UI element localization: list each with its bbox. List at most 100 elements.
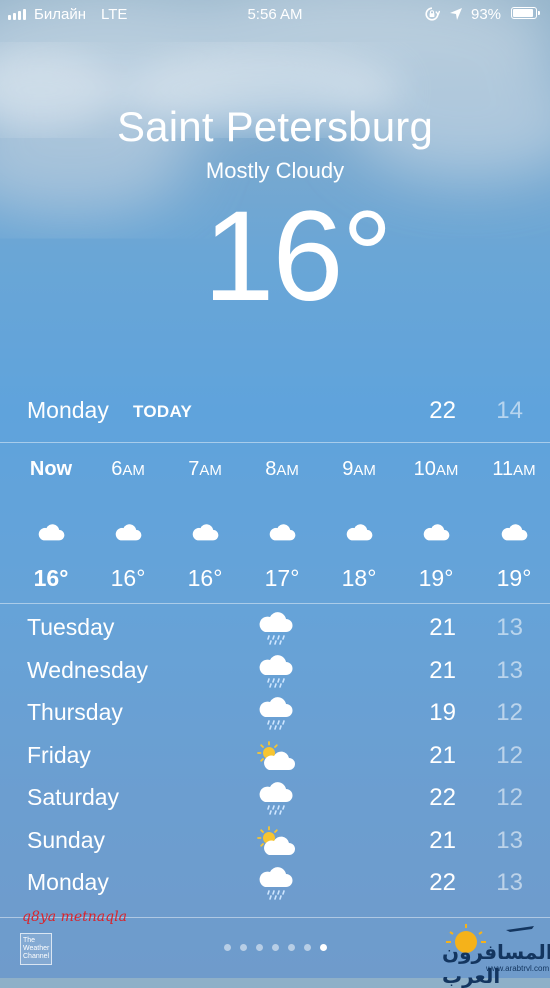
- hourly-item: 11AM 19°: [475, 455, 550, 592]
- divider: [0, 442, 550, 443]
- today-high: 22: [429, 397, 456, 424]
- hour-value: 11: [492, 458, 514, 480]
- cloud-icon: [243, 502, 321, 562]
- hour-temperature: 19°: [418, 565, 454, 591]
- page-dot[interactable]: [303, 944, 311, 951]
- orientation-lock-icon: [425, 7, 440, 21]
- day-low: 12: [496, 742, 523, 769]
- page-dot[interactable]: [223, 944, 231, 951]
- cloud-icon: [397, 502, 475, 562]
- hour-value: 6: [111, 458, 123, 480]
- rain-cloud-icon: [256, 697, 296, 733]
- page-dot[interactable]: [255, 944, 263, 951]
- hour-label: 6AM: [89, 455, 167, 483]
- day-high: 21: [429, 827, 456, 854]
- battery-percent: 93%: [471, 6, 502, 23]
- cloud-icon: [12, 502, 90, 562]
- hour-label: 9AM: [320, 455, 398, 483]
- hour-value: Now: [29, 458, 73, 480]
- site-url: www.arabtrvl.com: [486, 964, 550, 973]
- day-low: 13: [496, 827, 523, 854]
- hour-suffix: AM: [122, 462, 145, 479]
- rain-cloud-icon: [256, 867, 296, 903]
- day-low: 12: [496, 784, 523, 811]
- page-dot[interactable]: [239, 944, 247, 951]
- daily-row: Friday 21 12: [0, 740, 550, 780]
- hourly-item: 7AM 16°: [166, 455, 244, 592]
- hour-temperature: 19°: [496, 565, 532, 591]
- day-high: 22: [429, 784, 456, 811]
- rain-cloud-icon: [256, 782, 296, 818]
- day-low: 13: [496, 657, 523, 684]
- current-condition: Mostly Cloudy: [205, 158, 345, 183]
- hour-value: 8: [265, 458, 277, 480]
- cloud-icon: [475, 502, 550, 562]
- hour-value: 7: [188, 458, 200, 480]
- hour-label: 8AM: [243, 455, 321, 483]
- hour-suffix: AM: [353, 462, 376, 479]
- day-high: 22: [429, 869, 456, 896]
- cloud-icon: [166, 502, 244, 562]
- hour-suffix: AM: [276, 462, 299, 479]
- day-name: Thursday: [27, 699, 123, 725]
- cloud-icon: [320, 502, 398, 562]
- hour-suffix: AM: [513, 462, 536, 479]
- hour-label: Now: [12, 455, 90, 483]
- hourly-item: Now 16°: [12, 455, 90, 592]
- hourly-item: 8AM 17°: [243, 455, 321, 592]
- rain-cloud-icon: [256, 612, 296, 648]
- daily-row: Monday 22 13: [0, 867, 550, 907]
- hour-suffix: AM: [435, 462, 459, 479]
- hour-value: 10: [413, 458, 436, 480]
- hourly-item: 6AM 16°: [89, 455, 167, 592]
- hour-label: 10AM: [397, 455, 475, 483]
- hour-temperature: 17°: [264, 565, 300, 591]
- cloud-icon: [89, 502, 167, 562]
- hour-value: 9: [342, 458, 354, 480]
- daily-row: Wednesday 21 13: [0, 655, 550, 695]
- daily-row: Tuesday 21 13: [0, 612, 550, 652]
- divider: [0, 603, 550, 604]
- daily-row: Saturday 22 12: [0, 782, 550, 822]
- watermark: q8ya metnaqla: [22, 909, 127, 925]
- hour-temperature: 16°: [33, 565, 69, 591]
- hourly-item: 10AM 19°: [397, 455, 475, 592]
- day-name: Wednesday: [27, 657, 149, 683]
- current-temperature: 16°: [203, 185, 393, 328]
- day-low: 13: [496, 614, 523, 641]
- day-name: Monday: [27, 869, 109, 895]
- location-arrow-icon: [450, 8, 462, 20]
- daily-row: Sunday 21 13: [0, 825, 550, 865]
- partly-cloudy-icon: [256, 825, 296, 861]
- daily-row: Thursday 19 12: [0, 697, 550, 737]
- today-day-name: Monday: [27, 397, 109, 423]
- hour-temperature: 16°: [110, 565, 146, 591]
- hour-temperature: 18°: [341, 565, 377, 591]
- hourly-item: 9AM 18°: [320, 455, 398, 592]
- hour-temperature: 16°: [187, 565, 223, 591]
- hour-label: 11AM: [475, 455, 550, 483]
- page-dot[interactable]: [271, 944, 279, 951]
- city-name: Saint Petersburg: [116, 103, 434, 150]
- hour-suffix: AM: [199, 462, 222, 479]
- today-badge: TODAY: [133, 402, 193, 421]
- day-name: Sunday: [27, 827, 106, 853]
- day-low: 12: [496, 699, 523, 726]
- page-dot[interactable]: [319, 944, 327, 951]
- day-high: 21: [429, 614, 456, 641]
- today-low: 14: [496, 397, 523, 424]
- day-high: 21: [429, 742, 456, 769]
- partly-cloudy-icon: [256, 740, 296, 776]
- day-name: Tuesday: [27, 614, 115, 640]
- status-bar: Билайн LTE 5:56 AM 93%: [0, 0, 550, 30]
- day-high: 19: [429, 699, 456, 726]
- day-high: 21: [429, 657, 456, 684]
- day-low: 13: [496, 869, 523, 896]
- day-name: Friday: [27, 742, 91, 768]
- battery-icon: [511, 7, 540, 19]
- page-dot[interactable]: [287, 944, 295, 951]
- hour-label: 7AM: [166, 455, 244, 483]
- day-name: Saturday: [27, 784, 120, 810]
- status-time: 5:56 AM: [247, 6, 303, 23]
- rain-cloud-icon: [256, 655, 296, 691]
